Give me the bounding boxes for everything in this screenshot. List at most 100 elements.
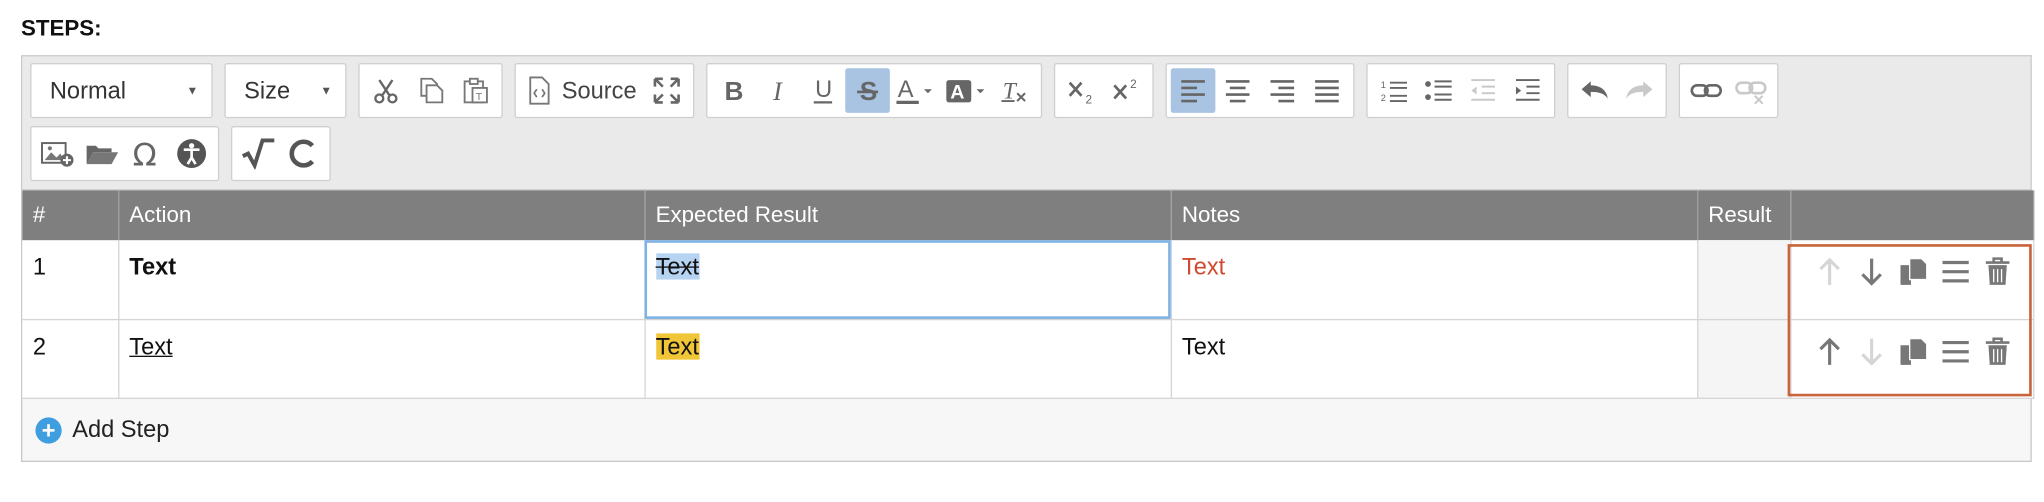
align-right-icon (1270, 80, 1295, 103)
bold-button[interactable]: B (711, 68, 756, 113)
bulleted-list-icon (1425, 80, 1452, 101)
step-result-cell[interactable] (1697, 318, 1791, 399)
unlink-icon (1735, 81, 1767, 105)
insert-group: Ω (30, 126, 220, 182)
cut-button[interactable] (364, 68, 409, 113)
underline-button[interactable]: U (801, 68, 846, 113)
square-root-icon (241, 138, 275, 170)
align-center-button[interactable] (1215, 68, 1260, 113)
maximize-button[interactable] (644, 68, 689, 113)
delete-step-button[interactable] (1983, 256, 2012, 288)
omega-icon: Ω (133, 138, 157, 170)
duplicate-step-button[interactable] (1899, 335, 1928, 367)
increase-indent-button[interactable] (1505, 68, 1550, 113)
trash-icon (1985, 336, 2009, 365)
unlink-button[interactable] (1729, 68, 1774, 113)
align-left-button[interactable] (1170, 68, 1216, 113)
justify-button[interactable] (1305, 68, 1350, 113)
history-group (1567, 63, 1667, 119)
chevron-down-icon: ▼ (320, 84, 333, 98)
svg-text:A: A (950, 81, 964, 103)
move-up-button[interactable] (1815, 335, 1844, 367)
step-notes-text: Text (1181, 332, 1226, 359)
open-folder-button[interactable] (80, 131, 125, 176)
align-center-icon (1225, 80, 1250, 103)
chemistry-button[interactable] (281, 131, 326, 176)
special-character-button[interactable]: Ω (125, 131, 170, 176)
remove-format-icon: T (1001, 78, 1026, 104)
decrease-indent-button[interactable] (1461, 68, 1506, 113)
undo-button[interactable] (1572, 68, 1617, 113)
accessibility-button[interactable] (169, 131, 214, 176)
link-group (1678, 63, 1779, 119)
step-notes-cell[interactable]: Text (1170, 240, 1698, 320)
insert-step-button[interactable] (1941, 256, 1970, 288)
redo-icon (1626, 81, 1653, 99)
insert-step-button[interactable] (1941, 335, 1970, 367)
menu-lines-icon (1941, 340, 1969, 362)
text-color-button[interactable]: A (890, 68, 940, 113)
svg-text:2: 2 (1085, 93, 1092, 105)
plus-circle-icon: + (35, 416, 62, 443)
bold-icon: B (725, 76, 744, 105)
insert-image-button[interactable] (35, 131, 80, 176)
background-color-button[interactable]: A (940, 68, 993, 113)
toolbar-row-1: Normal ▼ Size ▼ T Source B I U A A T 2 2… (30, 63, 1779, 119)
redo-button[interactable] (1617, 68, 1662, 113)
arrow-up-icon (1818, 257, 1840, 285)
step-expected-cell[interactable]: Text (644, 318, 1172, 399)
paste-button[interactable]: T (453, 68, 498, 113)
steps-table: # Action Expected Result Notes Result 1 … (22, 190, 2034, 399)
header-actions (1790, 190, 2034, 241)
add-step-button[interactable]: + Add Step (35, 416, 169, 444)
step-expected-cell[interactable]: Text (644, 240, 1172, 320)
step-actions-cell (1790, 240, 2034, 320)
step-action-cell[interactable]: Text (118, 318, 646, 399)
align-right-button[interactable] (1260, 68, 1305, 113)
steps-section-title: STEPS: (21, 15, 102, 41)
background-color-icon: A (946, 80, 985, 103)
editor-toolbar: Normal ▼ Size ▼ T Source B I U A A T 2 2… (22, 56, 2031, 191)
step-notes-cell[interactable]: Text (1170, 318, 1698, 399)
move-down-button[interactable] (1857, 335, 1886, 367)
copy-icon (1899, 337, 1927, 365)
step-result-cell[interactable] (1697, 240, 1791, 320)
steps-editor: Normal ▼ Size ▼ T Source B I U A A T 2 2… (21, 55, 2034, 462)
step-action-text: Text (129, 253, 177, 280)
strikethrough-button[interactable]: S (845, 68, 890, 113)
format-dropdown[interactable]: Normal ▼ (30, 63, 213, 119)
step-action-text: Text (129, 332, 173, 359)
link-button[interactable] (1684, 68, 1729, 113)
copy-button[interactable] (408, 68, 453, 113)
size-dropdown[interactable]: Size ▼ (224, 63, 347, 119)
svg-text:2: 2 (1381, 93, 1386, 103)
table-header-row: # Action Expected Result Notes Result (22, 190, 2034, 241)
source-doc-icon (529, 76, 550, 105)
align-left-icon (1181, 80, 1205, 103)
italic-button[interactable]: I (756, 68, 801, 113)
subscript-button[interactable]: 2 (1059, 68, 1104, 113)
move-up-button[interactable] (1815, 256, 1844, 288)
svg-text:I: I (772, 77, 783, 105)
move-down-button[interactable] (1857, 256, 1886, 288)
alignment-group (1165, 63, 1355, 119)
delete-step-button[interactable] (1983, 335, 2012, 367)
trash-icon (1985, 257, 2009, 285)
copy-icon (420, 77, 444, 104)
remove-format-button[interactable]: T (992, 68, 1037, 113)
numbered-list-button[interactable]: 12 (1372, 68, 1417, 113)
source-button[interactable]: Source (520, 68, 645, 113)
step-expected-text: Text (655, 253, 699, 280)
step-action-cell[interactable]: Text (118, 240, 646, 320)
duplicate-step-button[interactable] (1899, 256, 1928, 288)
math-formula-button[interactable] (236, 131, 281, 176)
menu-lines-icon (1941, 260, 1969, 283)
svg-text:U: U (815, 77, 832, 103)
text-style-group: B I U S A A (706, 63, 1043, 119)
svg-text:A: A (898, 77, 914, 103)
align-justify-icon (1315, 80, 1339, 103)
paste-icon: T (463, 77, 488, 104)
superscript-button[interactable]: 2 (1104, 68, 1149, 113)
script-group: 2 2 (1053, 63, 1154, 119)
bulleted-list-button[interactable] (1416, 68, 1461, 113)
